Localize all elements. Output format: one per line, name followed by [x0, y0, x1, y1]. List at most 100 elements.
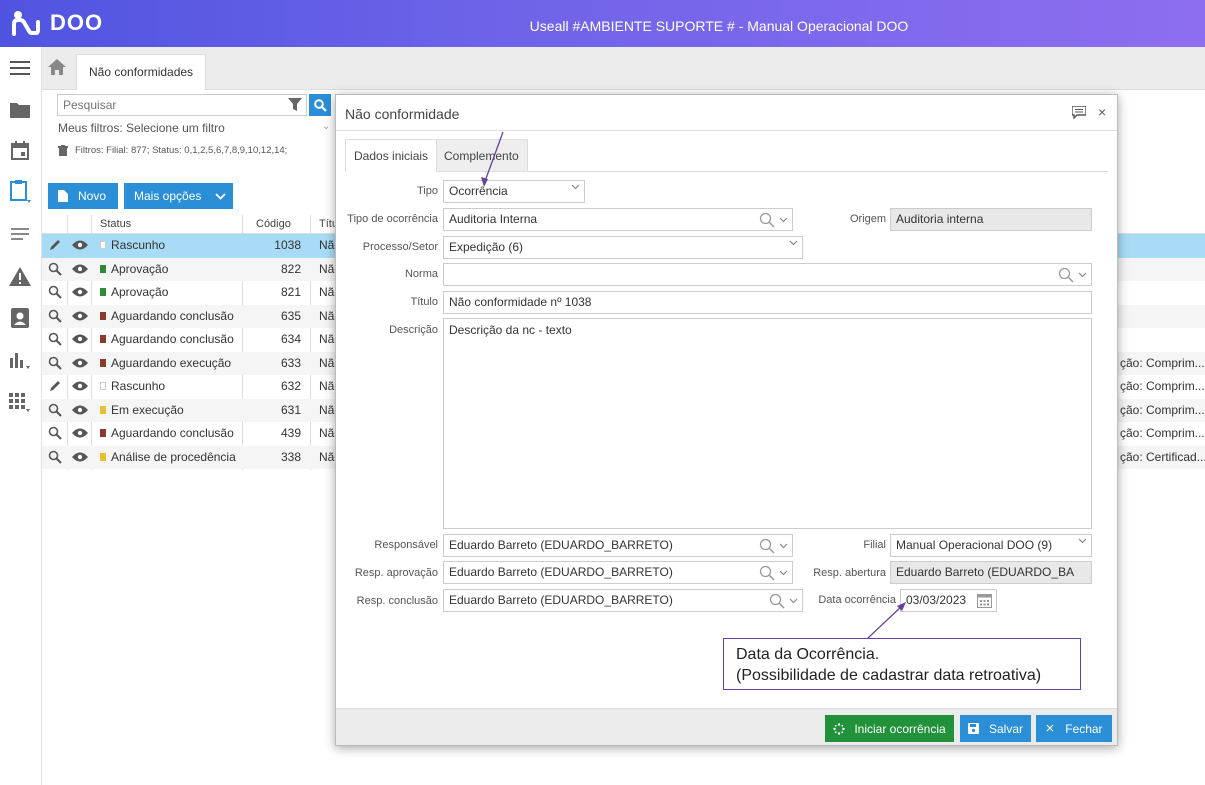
search-icon[interactable] [48, 285, 62, 299]
new-button[interactable]: Novo [48, 183, 118, 209]
search-icon[interactable] [48, 262, 62, 276]
tipo-ocorrencia-value: Auditoria Interna [449, 212, 538, 226]
resp-aprovacao-label: Resp. aprovação [354, 567, 438, 579]
menu-icon[interactable] [9, 57, 31, 79]
modal-title: Não conformidade [345, 106, 460, 122]
eye-icon[interactable] [72, 357, 88, 369]
column-code[interactable]: Código [256, 218, 291, 230]
folder-icon[interactable] [9, 98, 31, 120]
eye-icon[interactable] [72, 380, 88, 392]
contact-icon[interactable] [9, 307, 31, 329]
tipo-ocorrencia-label: Tipo de ocorrência [347, 213, 438, 225]
column-status[interactable]: Status [100, 218, 131, 230]
search-icon[interactable] [48, 426, 62, 440]
data-ocorrencia-input[interactable]: 03/03/2023 [900, 589, 997, 612]
status-color-marker [100, 429, 106, 437]
origem-label: Origem [849, 213, 886, 225]
my-filters-select[interactable]: Selecione um filtro [126, 121, 225, 135]
status-color-marker [100, 264, 106, 273]
filter-icon[interactable] [288, 98, 302, 115]
my-filters[interactable]: Meus filtros: Selecione um filtro [58, 121, 225, 135]
status-cell: Rascunho [100, 379, 165, 393]
status-text: Em execução [111, 402, 184, 417]
search-icon[interactable] [48, 309, 62, 323]
processo-value: Expedição (6) [449, 240, 524, 254]
filial-select[interactable]: Manual Operacional DOO (9) [890, 534, 1092, 557]
search-icon [313, 98, 327, 112]
warning-icon[interactable] [9, 265, 31, 287]
save-button-label: Salvar [988, 721, 1023, 736]
search-button[interactable] [309, 94, 331, 116]
titulo-label: Título [410, 296, 438, 308]
eye-icon[interactable] [72, 286, 88, 298]
eye-icon[interactable] [72, 263, 88, 275]
responsavel-label: Responsável [374, 539, 438, 551]
active-filters-text: Filtros: Filial: 877; Status: 0,1,2,5,6,… [75, 145, 288, 156]
status-color-marker [100, 452, 106, 461]
data-ocorrencia-label: Data ocorrência [818, 594, 896, 606]
tipo-select[interactable]: Ocorrência [443, 180, 585, 203]
edit-icon[interactable] [48, 238, 62, 252]
more-options-button[interactable]: Mais opções [124, 183, 233, 209]
titulo-input[interactable]: Não conformidade nº 1038 [443, 291, 1092, 314]
processo-select[interactable]: Expedição (6) [443, 236, 803, 259]
search-icon[interactable] [759, 538, 775, 554]
eye-icon[interactable] [72, 333, 88, 345]
eye-icon[interactable] [72, 404, 88, 416]
search-icon[interactable] [769, 593, 785, 609]
descricao-textarea[interactable]: Descrição da nc - texto [443, 318, 1092, 529]
resp-aprovacao-field[interactable]: Eduardo Barreto (EDUARDO_BARRETO) [443, 561, 793, 584]
save-button[interactable]: Salvar [960, 715, 1031, 742]
resp-conclusao-field[interactable]: Eduardo Barreto (EDUARDO_BARRETO) [443, 589, 803, 612]
code-cell: 338 [280, 449, 301, 464]
eye-icon[interactable] [72, 427, 88, 439]
search-icon[interactable] [48, 450, 62, 464]
close-button[interactable]: × Fechar [1036, 715, 1112, 742]
trash-icon[interactable] [58, 145, 68, 156]
search-input[interactable] [58, 95, 278, 115]
responsavel-field[interactable]: Eduardo Barreto (EDUARDO_BARRETO) [443, 534, 793, 557]
search-icon[interactable] [48, 356, 62, 370]
tipo-ocorrencia-field[interactable]: Auditoria Interna [443, 208, 793, 231]
status-cell: Aguardando conclusão [100, 309, 234, 323]
home-icon[interactable] [48, 59, 68, 79]
annotation-callout: Data da Ocorrência. (Possibilidade de ca… [723, 638, 1081, 690]
list-icon[interactable] [9, 223, 31, 245]
tab-nao-conformidades[interactable]: Não conformidades [76, 54, 207, 90]
more-options-label: Mais opções [134, 189, 202, 203]
comment-icon[interactable] [1071, 105, 1087, 122]
extra-cell: ção: Comprim... [1120, 379, 1205, 393]
chart-icon[interactable] [9, 349, 31, 371]
search-icon[interactable] [48, 403, 62, 417]
apps-icon[interactable] [9, 392, 31, 414]
data-ocorrencia-value: 03/03/2023 [906, 593, 967, 607]
search-icon[interactable] [759, 212, 775, 228]
new-file-icon [58, 190, 68, 202]
tab-dados-iniciais[interactable]: Dados iniciais [345, 139, 438, 172]
edit-icon[interactable] [48, 379, 62, 393]
spinner-icon [833, 722, 846, 735]
save-icon [967, 723, 979, 734]
norma-field[interactable] [443, 263, 1092, 286]
resp-conclusao-label: Resp. conclusão [356, 595, 438, 607]
modal-footer: Iniciar ocorrência Salvar × Fechar [336, 708, 1117, 745]
chevron-down-icon[interactable]: ⌄ [322, 121, 330, 132]
tab-complemento[interactable]: Complemento [435, 139, 528, 172]
calendar-icon[interactable] [9, 139, 31, 161]
search-icon[interactable] [48, 332, 62, 346]
close-icon[interactable]: × [1098, 104, 1106, 120]
search-icon[interactable] [759, 565, 775, 581]
tipo-value: Ocorrência [449, 184, 508, 198]
start-occurrence-button[interactable]: Iniciar ocorrência [825, 715, 954, 742]
eye-icon[interactable] [72, 310, 88, 322]
search-icon[interactable] [1058, 267, 1074, 283]
tipo-label: Tipo [417, 185, 438, 197]
calendar-icon[interactable] [977, 593, 992, 608]
code-cell: 822 [280, 261, 301, 276]
eye-icon[interactable] [72, 451, 88, 463]
eye-icon[interactable] [72, 239, 88, 251]
chevron-down-icon[interactable] [1078, 272, 1087, 278]
responsavel-value: Eduardo Barreto (EDUARDO_BARRETO) [449, 538, 673, 552]
clipboard-icon[interactable] [9, 180, 31, 203]
search-field[interactable] [57, 94, 307, 116]
